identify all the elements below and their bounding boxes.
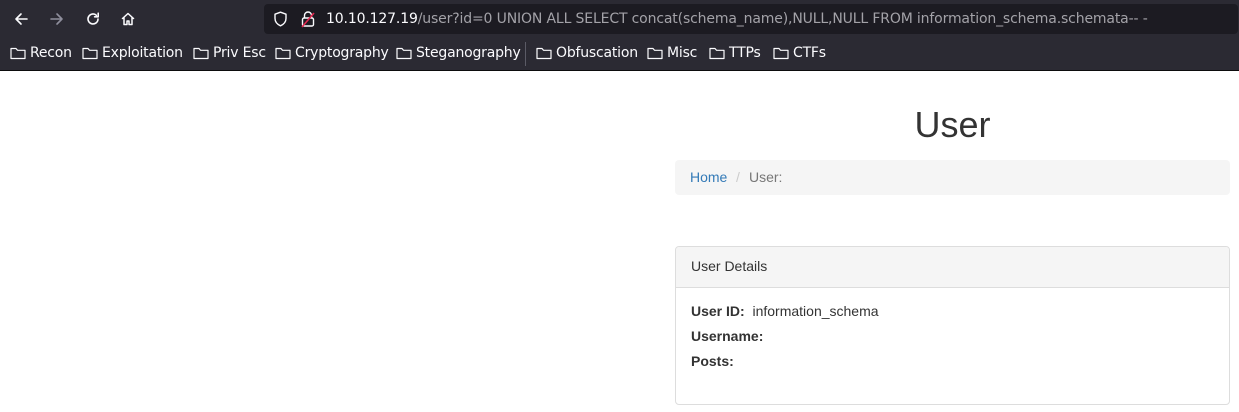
bookmark-label: Obfuscation bbox=[556, 45, 638, 61]
page-title: User bbox=[914, 104, 991, 145]
user-id-label: User ID: bbox=[691, 303, 745, 319]
forward-button[interactable] bbox=[44, 6, 70, 32]
bookmark-folder-ttps[interactable]: TTPs bbox=[709, 44, 761, 62]
insecure-lock-icon[interactable] bbox=[301, 10, 315, 28]
panel-heading: User Details bbox=[676, 247, 1229, 288]
bookmark-folder-recon[interactable]: Recon bbox=[10, 44, 72, 62]
user-details-panel: User Details User ID: information_schema… bbox=[675, 246, 1230, 405]
bookmark-label: Cryptography bbox=[295, 45, 389, 61]
user-id-row: User ID: information_schema bbox=[691, 301, 879, 321]
url-host: 10.10.127.19 bbox=[326, 11, 418, 27]
folder-icon bbox=[193, 47, 209, 60]
username-row: Username: bbox=[691, 326, 767, 346]
url-text: 10.10.127.19/user?id=0 UNION ALL SELECT … bbox=[326, 11, 1148, 27]
folder-icon bbox=[647, 47, 663, 60]
bookmarks-separator bbox=[525, 42, 526, 66]
folder-icon bbox=[709, 47, 725, 60]
folder-icon bbox=[10, 47, 26, 60]
bookmark-label: Misc bbox=[667, 45, 698, 61]
bookmark-folder-steganography[interactable]: Steganography bbox=[396, 44, 521, 62]
back-arrow-icon bbox=[15, 13, 28, 25]
bookmark-folder-cryptography[interactable]: Cryptography bbox=[275, 44, 389, 62]
bookmark-label: Exploitation bbox=[102, 45, 183, 61]
bookmark-folder-misc[interactable]: Misc bbox=[647, 44, 697, 62]
folder-icon bbox=[82, 47, 98, 60]
home-button[interactable] bbox=[115, 6, 141, 32]
posts-label: Posts: bbox=[691, 353, 734, 369]
back-button[interactable] bbox=[8, 6, 34, 32]
breadcrumb-home-link[interactable]: Home bbox=[690, 160, 727, 195]
url-path: /user?id=0 UNION ALL SELECT concat(schem… bbox=[417, 11, 1148, 27]
reload-button[interactable] bbox=[80, 6, 106, 32]
user-id-value: information_schema bbox=[752, 303, 879, 319]
home-icon bbox=[121, 12, 135, 26]
bookmark-label: Priv Esc bbox=[213, 45, 266, 61]
posts-row: Posts: bbox=[691, 351, 738, 371]
bookmark-folder-priv-esc[interactable]: Priv Esc bbox=[193, 44, 266, 62]
breadcrumb: Home / User: bbox=[675, 160, 1230, 195]
folder-icon bbox=[396, 47, 412, 60]
folder-icon bbox=[275, 47, 291, 60]
reload-icon bbox=[87, 12, 99, 25]
bookmark-label: TTPs bbox=[729, 45, 761, 61]
tracking-protection-shield-icon[interactable] bbox=[273, 11, 288, 27]
username-label: Username: bbox=[691, 328, 764, 344]
breadcrumb-current: User: bbox=[749, 169, 783, 185]
folder-icon bbox=[773, 47, 789, 60]
forward-arrow-icon bbox=[50, 13, 63, 25]
bookmark-label: CTFs bbox=[793, 45, 826, 61]
bookmark-label: Steganography bbox=[416, 45, 521, 61]
bookmark-folder-exploitation[interactable]: Exploitation bbox=[82, 44, 183, 62]
browser-toolbar: 10.10.127.19/user?id=0 UNION ALL SELECT … bbox=[0, 0, 1239, 37]
bookmark-label: Recon bbox=[30, 45, 72, 61]
bookmark-folder-ctfs[interactable]: CTFs bbox=[773, 44, 826, 62]
folder-icon bbox=[536, 47, 552, 60]
address-bar[interactable]: 10.10.127.19/user?id=0 UNION ALL SELECT … bbox=[264, 4, 1238, 34]
bookmark-folder-obfuscation[interactable]: Obfuscation bbox=[536, 44, 638, 62]
breadcrumb-separator: / bbox=[736, 169, 740, 185]
